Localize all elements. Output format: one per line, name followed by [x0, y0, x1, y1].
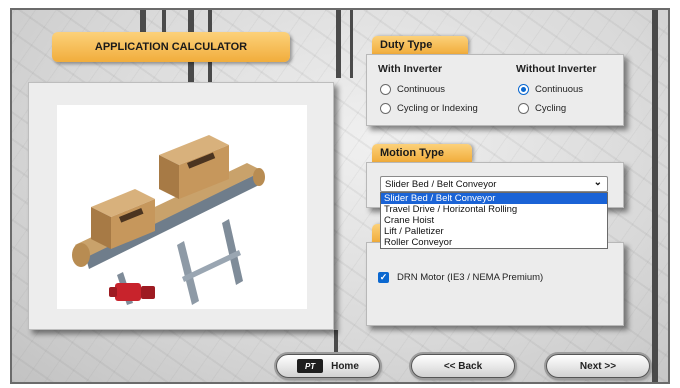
checkbox-label: DRN Motor (IE3 / NEMA Premium)	[397, 272, 544, 283]
radio-button-selected[interactable]	[518, 84, 529, 95]
background-pillar	[350, 10, 353, 78]
dropdown-option[interactable]: Lift / Palletizer	[381, 226, 607, 237]
motion-type-tab: Motion Type	[372, 144, 472, 162]
checkbox-checked[interactable]: ✓	[378, 272, 389, 283]
select-value: Slider Bed / Belt Conveyor	[385, 179, 497, 190]
duty-type-tab: Duty Type	[372, 36, 468, 54]
with-inverter-continuous-option[interactable]: Continuous	[380, 84, 445, 95]
dropdown-option[interactable]: Travel Drive / Horizontal Rolling	[381, 204, 607, 215]
motor-option-panel	[366, 242, 624, 326]
dropdown-option[interactable]: Slider Bed / Belt Conveyor	[381, 193, 607, 204]
without-inverter-continuous-option[interactable]: Continuous	[518, 84, 583, 95]
with-inverter-heading: With Inverter	[378, 63, 443, 75]
dropdown-option[interactable]: Roller Conveyor	[381, 237, 607, 248]
background-pillar	[336, 10, 341, 78]
without-inverter-cycling-option[interactable]: Cycling	[518, 103, 566, 114]
pt-logo-icon: PT	[297, 359, 324, 373]
illustration-panel	[28, 82, 334, 330]
radio-button[interactable]	[380, 84, 391, 95]
option-label: Continuous	[397, 84, 446, 95]
radio-button[interactable]	[518, 103, 529, 114]
option-label: Cycling	[535, 103, 567, 114]
motion-type-select[interactable]: Slider Bed / Belt Conveyor ⌄	[380, 176, 608, 192]
motion-type-dropdown-list[interactable]: Slider Bed / Belt Conveyor Travel Drive …	[380, 192, 608, 249]
illustration-frame	[57, 105, 307, 309]
page-title: APPLICATION CALCULATOR	[52, 32, 290, 62]
home-button[interactable]: PT Home	[276, 354, 380, 378]
background-pillar	[652, 10, 658, 382]
option-label: Cycling or Indexing	[397, 103, 478, 114]
drn-motor-option[interactable]: ✓ DRN Motor (IE3 / NEMA Premium)	[378, 272, 543, 283]
chevron-down-icon: ⌄	[593, 177, 602, 188]
without-inverter-heading: Without Inverter	[516, 63, 597, 75]
home-label: Home	[331, 360, 359, 372]
back-button[interactable]: << Back	[411, 354, 515, 378]
radio-button[interactable]	[380, 103, 391, 114]
dropdown-option[interactable]: Crane Hoist	[381, 215, 607, 226]
with-inverter-cycling-option[interactable]: Cycling or Indexing	[380, 103, 478, 114]
belt-conveyor-with-boxes-illustration	[72, 135, 265, 305]
next-button[interactable]: Next >>	[546, 354, 650, 378]
option-label: Continuous	[535, 84, 584, 95]
